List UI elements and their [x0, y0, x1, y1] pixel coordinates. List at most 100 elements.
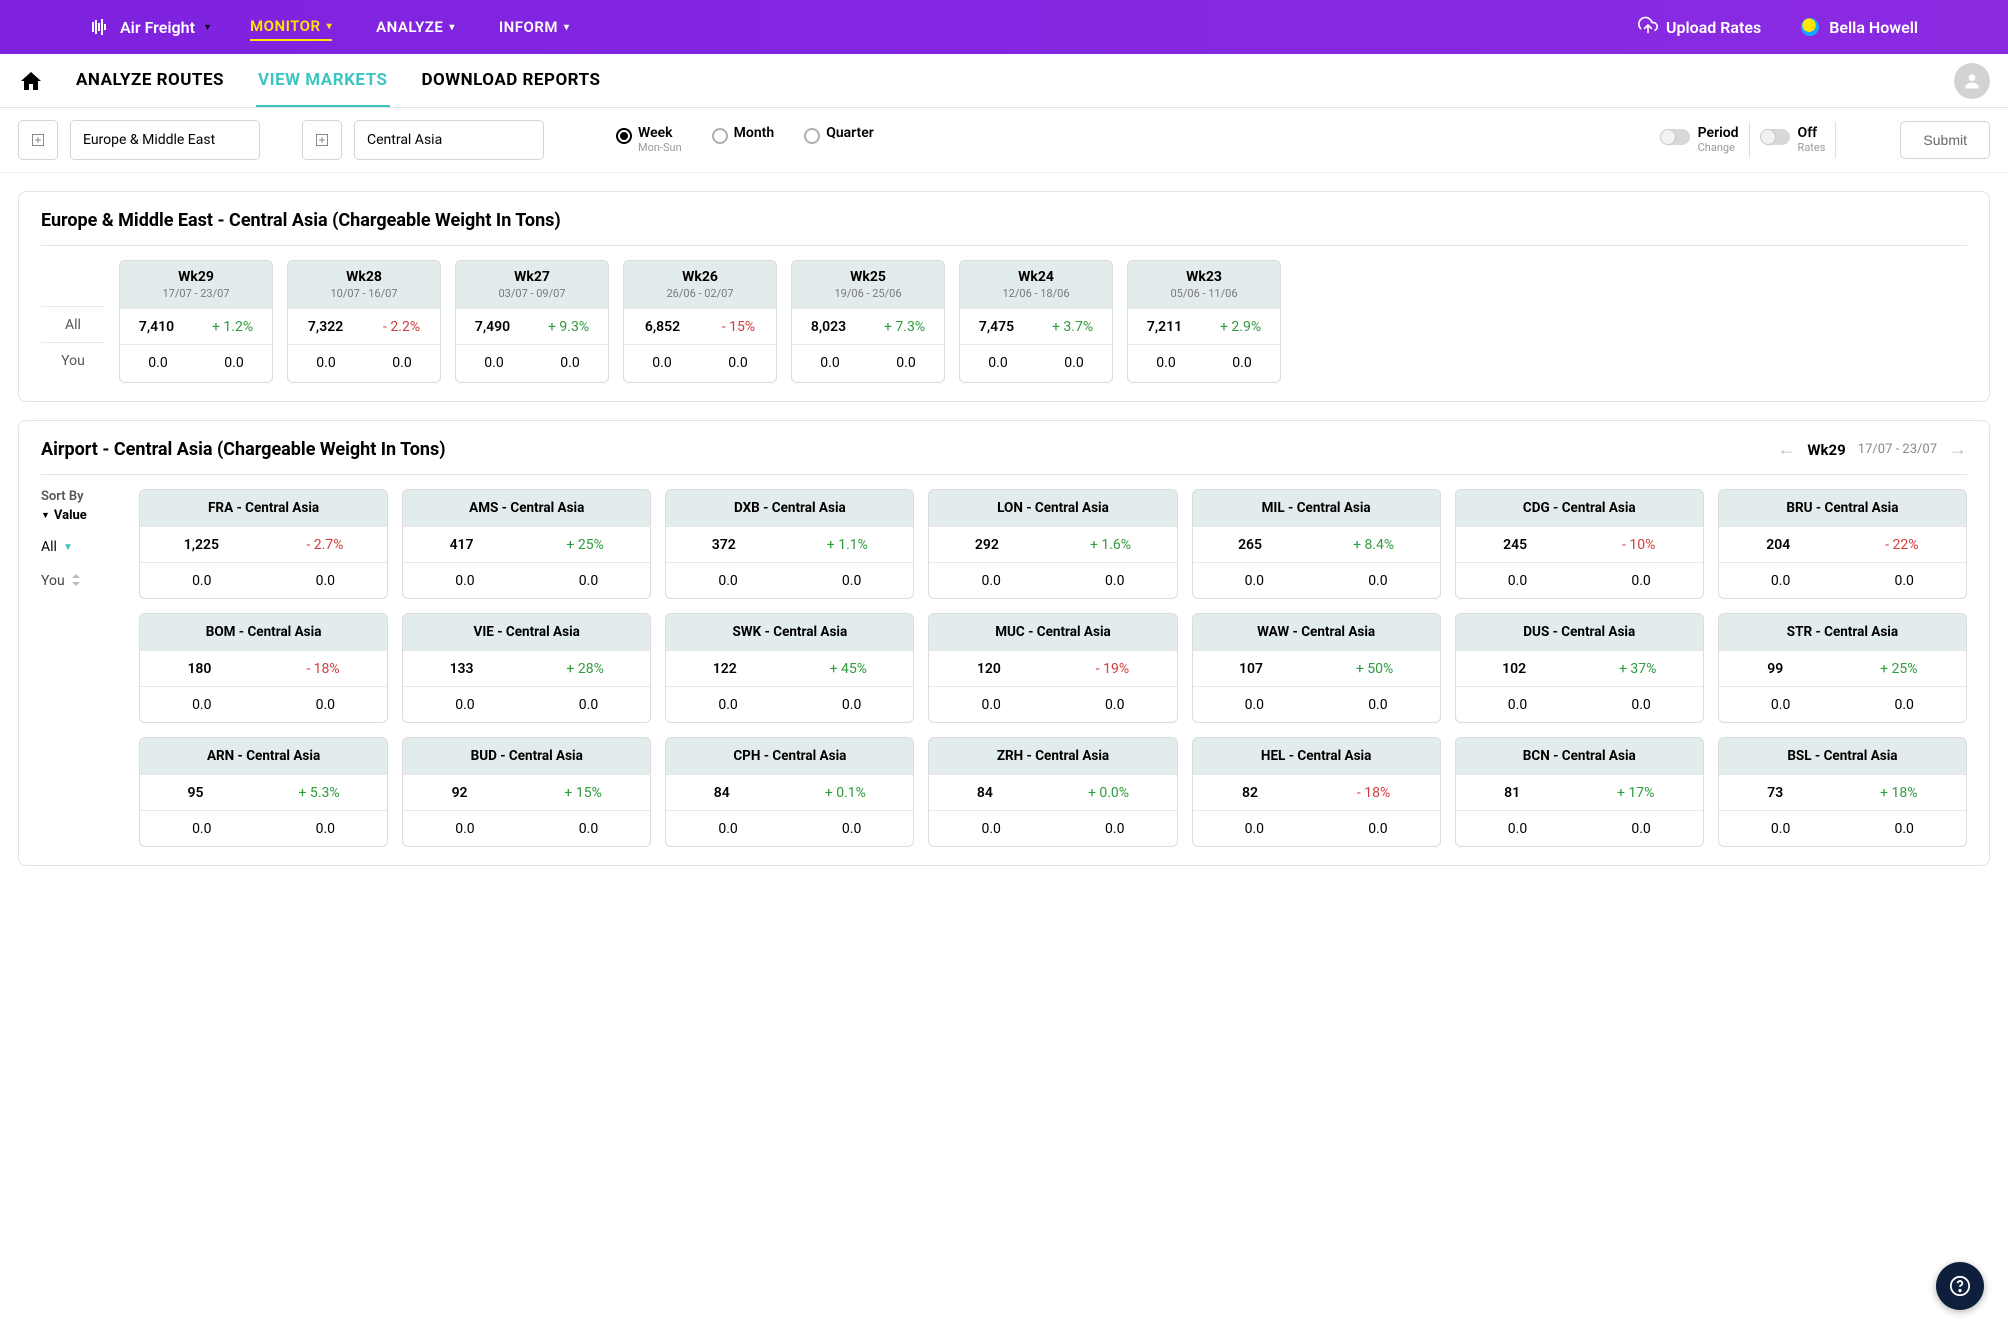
origin-select[interactable]: Europe & Middle East [70, 120, 260, 160]
subnav-tab-analyze-routes[interactable]: ANALYZE ROUTES [74, 54, 226, 107]
airport-pct: + 1.6% [1090, 537, 1131, 553]
airport-value: 82 [1242, 785, 1258, 801]
next-week-button[interactable]: → [1949, 439, 1967, 460]
home-button[interactable] [18, 68, 44, 94]
add-destination-button[interactable] [302, 120, 342, 160]
week-dates: 10/07 - 16/07 [294, 287, 434, 300]
airport-tile[interactable]: DXB - Central Asia372+ 1.1%0.00.0 [665, 489, 914, 599]
toggle-period[interactable]: PeriodChange [1660, 126, 1739, 153]
upload-cloud-icon [1638, 15, 1658, 39]
airport-pct: + 50% [1356, 661, 1393, 677]
airport-tile[interactable]: DUS - Central Asia102+ 37%0.00.0 [1455, 613, 1704, 723]
airport-tile[interactable]: CPH - Central Asia84+ 0.1%0.00.0 [665, 737, 914, 847]
row-label-you: You [41, 342, 105, 378]
airport-tile[interactable]: FRA - Central Asia1,225- 2.7%0.00.0 [139, 489, 388, 599]
airport-tile[interactable]: STR - Central Asia99+ 25%0.00.0 [1718, 613, 1967, 723]
airport-panel: Airport - Central Asia (Chargeable Weigh… [18, 420, 1990, 866]
airport-tile[interactable]: SWK - Central Asia122+ 45%0.00.0 [665, 613, 914, 723]
timeframe-radio-month[interactable]: Month [712, 126, 775, 153]
topnav-item-inform[interactable]: INFORM▾ [499, 13, 570, 41]
you-value: 0.0 [718, 573, 737, 589]
week-tile[interactable]: Wk2412/06 - 18/067,475+ 3.7%0.00.0 [959, 260, 1113, 383]
airport-tile[interactable]: VIE - Central Asia133+ 28%0.00.0 [402, 613, 651, 723]
all-pct: - 15% [722, 319, 755, 335]
prev-week-button[interactable]: ← [1777, 439, 1795, 460]
week-dates: 12/06 - 18/06 [966, 287, 1106, 300]
subnav-tab-download-reports[interactable]: DOWNLOAD REPORTS [420, 54, 603, 107]
week-tile[interactable]: Wk2626/06 - 02/076,852- 15%0.00.0 [623, 260, 777, 383]
you-value: 0.0 [1508, 697, 1527, 713]
radio-label: Month [734, 126, 775, 141]
timeframe-radio-week[interactable]: WeekMon-Sun [616, 126, 682, 153]
all-filter-select[interactable]: All ▼ [41, 539, 127, 555]
help-button[interactable] [1936, 1262, 1984, 1310]
row-label-all: All [41, 306, 105, 342]
week-name: Wk25 [798, 269, 938, 285]
airport-tile[interactable]: BRU - Central Asia204- 22%0.00.0 [1718, 489, 1967, 599]
you-pct: 0.0 [896, 355, 915, 371]
airport-tile[interactable]: BUD - Central Asia92+ 15%0.00.0 [402, 737, 651, 847]
upload-rates-button[interactable]: Upload Rates [1638, 15, 1761, 39]
you-value: 0.0 [718, 697, 737, 713]
you-value: 0.0 [484, 355, 503, 371]
airport-tile[interactable]: MUC - Central Asia120- 19%0.00.0 [928, 613, 1177, 723]
you-value: 0.0 [1156, 355, 1175, 371]
you-pct: 0.0 [1894, 697, 1913, 713]
airport-tile[interactable]: WAW - Central Asia107+ 50%0.00.0 [1192, 613, 1441, 723]
airport-tile[interactable]: ZRH - Central Asia84+ 0.0%0.00.0 [928, 737, 1177, 847]
you-value: 0.0 [455, 821, 474, 837]
profile-button[interactable] [1954, 63, 1990, 99]
chevron-down-icon: ▾ [449, 22, 455, 33]
airport-tile[interactable]: BCN - Central Asia81+ 17%0.00.0 [1455, 737, 1704, 847]
you-value: 0.0 [652, 355, 671, 371]
filter-bar: Europe & Middle East Central Asia WeekMo… [0, 108, 2008, 173]
you-value: 0.0 [1245, 821, 1264, 837]
you-pct: 0.0 [560, 355, 579, 371]
user-menu[interactable]: Bella Howell [1801, 18, 1918, 37]
airport-tile[interactable]: ARN - Central Asia95+ 5.3%0.00.0 [139, 737, 388, 847]
submit-button[interactable]: Submit [1900, 121, 1990, 159]
week-tile[interactable]: Wk2305/06 - 11/067,211+ 2.9%0.00.0 [1127, 260, 1281, 383]
airport-tile[interactable]: LON - Central Asia292+ 1.6%0.00.0 [928, 489, 1177, 599]
you-pct: 0.0 [728, 355, 747, 371]
week-dates: 03/07 - 09/07 [462, 287, 602, 300]
upload-label: Upload Rates [1666, 18, 1761, 37]
radio-label: Week [638, 126, 682, 141]
airport-tile[interactable]: HEL - Central Asia82- 18%0.00.0 [1192, 737, 1441, 847]
week-tile[interactable]: Wk2703/07 - 09/077,490+ 9.3%0.00.0 [455, 260, 609, 383]
destination-select[interactable]: Central Asia [354, 120, 544, 160]
you-value: 0.0 [316, 355, 335, 371]
airport-tile[interactable]: BSL - Central Asia73+ 18%0.00.0 [1718, 737, 1967, 847]
all-value: 7,322 [308, 319, 343, 335]
you-pct: 0.0 [842, 697, 861, 713]
timeframe-radio-quarter[interactable]: Quarter [804, 126, 874, 153]
add-origin-button[interactable] [18, 120, 58, 160]
you-value: 0.0 [1771, 573, 1790, 589]
you-pct: 0.0 [1368, 697, 1387, 713]
week-tile[interactable]: Wk2519/06 - 25/068,023+ 7.3%0.00.0 [791, 260, 945, 383]
radio-icon [712, 128, 728, 144]
chevron-down-icon: ▾ [327, 21, 333, 32]
all-value: 6,852 [645, 319, 680, 335]
airport-tile[interactable]: AMS - Central Asia417+ 25%0.00.0 [402, 489, 651, 599]
you-value: 0.0 [455, 573, 474, 589]
toggle-off[interactable]: OffRates [1760, 126, 1826, 153]
airport-tile[interactable]: BOM - Central Asia180- 18%0.00.0 [139, 613, 388, 723]
subnav-tab-view-markets[interactable]: VIEW MARKETS [256, 54, 390, 107]
you-sort-row[interactable]: You [41, 573, 127, 589]
airport-name: MIL - Central Asia [1193, 490, 1440, 526]
sort-by-select[interactable]: ▼ Value [41, 508, 127, 523]
airport-name: BCN - Central Asia [1456, 738, 1703, 774]
airport-tile[interactable]: MIL - Central Asia265+ 8.4%0.00.0 [1192, 489, 1441, 599]
airport-name: BSL - Central Asia [1719, 738, 1966, 774]
brand-dropdown[interactable]: Air Freight ▾ [90, 17, 210, 37]
you-pct: 0.0 [1105, 697, 1124, 713]
airport-name: SWK - Central Asia [666, 614, 913, 650]
topnav-item-analyze[interactable]: ANALYZE▾ [376, 13, 455, 41]
airport-tile[interactable]: CDG - Central Asia245- 10%0.00.0 [1455, 489, 1704, 599]
week-tile[interactable]: Wk2810/07 - 16/077,322- 2.2%0.00.0 [287, 260, 441, 383]
week-tile[interactable]: Wk2917/07 - 23/077,410+ 1.2%0.00.0 [119, 260, 273, 383]
week-name: Wk26 [630, 269, 770, 285]
topnav-item-monitor[interactable]: MONITOR▾ [250, 13, 332, 41]
you-pct: 0.0 [316, 573, 335, 589]
